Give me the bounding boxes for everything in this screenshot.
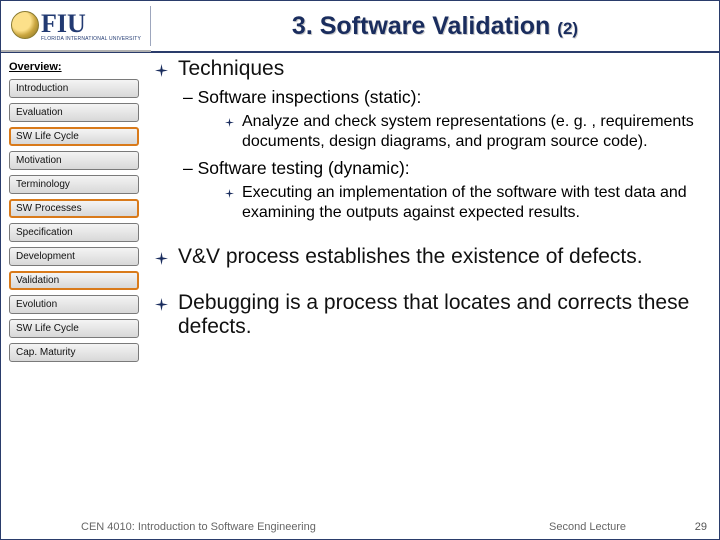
slide: FIU FLORIDA INTERNATIONAL UNIVERSITY 3. … <box>0 0 720 540</box>
detail-text: Executing an implementation of the softw… <box>242 183 701 223</box>
logo: FIU FLORIDA INTERNATIONAL UNIVERSITY <box>11 9 141 42</box>
star-bullet-icon <box>155 64 168 77</box>
star-bullet-icon <box>225 189 234 198</box>
footer: CEN 4010: Introduction to Software Engin… <box>1 515 719 539</box>
star-bullet-icon <box>225 118 234 127</box>
bullet-text: V&V process establishes the existence of… <box>178 245 643 269</box>
sub-list: Software inspections (static): Analyze a… <box>183 87 701 223</box>
title-main: 3. Software Validation <box>292 12 557 40</box>
sidebar-item[interactable]: Validation <box>9 271 139 290</box>
header-bar: FIU FLORIDA INTERNATIONAL UNIVERSITY 3. … <box>1 1 719 53</box>
sidebar-item[interactable]: Evaluation <box>9 103 139 122</box>
logo-subtext: FLORIDA INTERNATIONAL UNIVERSITY <box>41 36 141 42</box>
sub-item: Software inspections (static): Analyze a… <box>183 87 701 152</box>
bullet-text: Techniques <box>178 57 284 81</box>
footer-course: CEN 4010: Introduction to Software Engin… <box>81 521 549 533</box>
bullet-item: Debugging is a process that locates and … <box>155 291 701 339</box>
page-title: 3. Software Validation (2) <box>292 12 578 40</box>
sidebar-item[interactable]: Introduction <box>9 79 139 98</box>
sidebar-item[interactable]: Specification <box>9 223 139 242</box>
sidebar: Overview: Introduction Evaluation SW Life … <box>1 53 151 517</box>
bullet-item: Techniques Software inspections (static)… <box>155 57 701 223</box>
logo-text: FIU FLORIDA INTERNATIONAL UNIVERSITY <box>41 9 141 42</box>
bullet-item: V&V process establishes the existence of… <box>155 245 701 269</box>
sub-text: Software testing (dynamic): <box>198 158 410 178</box>
sidebar-item[interactable]: Motivation <box>9 151 139 170</box>
sidebar-item[interactable]: SW Life Cycle <box>9 319 139 338</box>
logo-box: FIU FLORIDA INTERNATIONAL UNIVERSITY <box>1 0 151 52</box>
title-wrap: 3. Software Validation (2) <box>151 12 719 41</box>
star-bullet-icon <box>155 298 168 311</box>
footer-lecture: Second Lecture <box>549 521 679 533</box>
detail-list: Executing an implementation of the softw… <box>225 183 701 223</box>
sidebar-title: Overview: <box>9 61 143 73</box>
detail-list: Analyze and check system representations… <box>225 112 701 152</box>
sidebar-item[interactable]: Development <box>9 247 139 266</box>
title-sub: (2) <box>557 19 578 38</box>
sidebar-item[interactable]: SW Life Cycle <box>9 127 139 146</box>
logo-acronym: FIU <box>41 9 86 38</box>
sidebar-item[interactable]: Cap. Maturity <box>9 343 139 362</box>
star-bullet-icon <box>155 252 168 265</box>
bullet-list: Techniques Software inspections (static)… <box>155 57 701 339</box>
university-seal-icon <box>11 11 39 39</box>
content: Techniques Software inspections (static)… <box>151 53 719 517</box>
sidebar-item[interactable]: Evolution <box>9 295 139 314</box>
footer-page: 29 <box>679 521 707 533</box>
bullet-text: Debugging is a process that locates and … <box>178 291 701 339</box>
detail-item: Executing an implementation of the softw… <box>225 183 701 223</box>
body: Overview: Introduction Evaluation SW Life … <box>1 53 719 517</box>
sidebar-item[interactable]: SW Processes <box>9 199 139 218</box>
sidebar-nav: Introduction Evaluation SW Life Cycle Motiv… <box>9 79 143 362</box>
detail-item: Analyze and check system representations… <box>225 112 701 152</box>
sub-item: Software testing (dynamic): Executing an… <box>183 158 701 223</box>
detail-text: Analyze and check system representations… <box>242 112 701 152</box>
sidebar-item[interactable]: Terminology <box>9 175 139 194</box>
sub-text: Software inspections (static): <box>198 87 422 107</box>
